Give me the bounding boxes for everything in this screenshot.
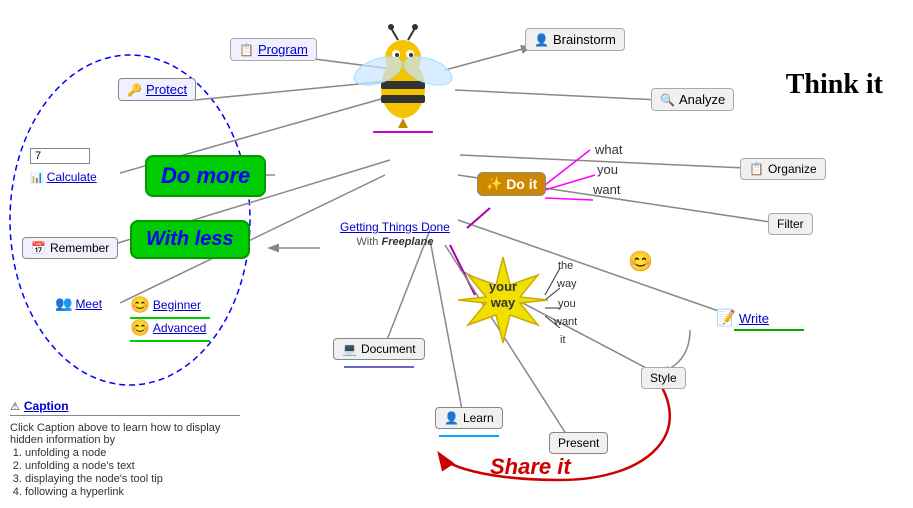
word-the: the: [558, 260, 573, 272]
beginner-icon: 😊: [130, 295, 150, 315]
calculate-input[interactable]: [30, 148, 90, 164]
document-node[interactable]: 💻 Document: [333, 338, 425, 368]
word-it: it: [560, 334, 566, 346]
analyze-icon: 🔍: [660, 93, 675, 107]
present-node[interactable]: Present: [549, 432, 608, 454]
caption-description: Click Caption above to learn how to disp…: [10, 422, 240, 446]
word-want: want: [593, 182, 620, 197]
caption-warning-icon: ⚠: [10, 400, 20, 413]
do-more-node: Do more: [145, 155, 266, 197]
advanced-icon: 😊: [130, 318, 150, 338]
analyze-node[interactable]: 🔍 Analyze: [651, 88, 734, 111]
caption-area: ⚠ Caption Click Caption above to learn h…: [10, 399, 240, 498]
caption-item-3: displaying the node's tool tip: [25, 473, 240, 485]
protect-node[interactable]: 🔑 Protect: [118, 78, 196, 101]
share-it-label: Share it: [490, 454, 571, 480]
brainstorm-label: Brainstorm: [553, 32, 616, 47]
analyze-label: Analyze: [679, 92, 725, 107]
meet-label: Meet: [75, 297, 102, 311]
bee-image: [330, 5, 475, 140]
getting-things-label: Getting Things Done: [340, 220, 450, 234]
word-want2: want: [554, 316, 577, 328]
program-node[interactable]: 📋 Program: [230, 38, 317, 61]
program-icon: 📋: [239, 43, 254, 57]
with-less-label: With less: [130, 220, 250, 259]
word-way: way: [557, 278, 577, 290]
style-node[interactable]: Style: [641, 367, 686, 389]
mind-map-container: Think it 📋 Program 🔑 Protect 📊 Calculate…: [0, 0, 913, 508]
your-way-node[interactable]: your way: [458, 255, 548, 350]
filter-node[interactable]: Filter: [768, 213, 813, 235]
caption-item-4: following a hyperlink: [25, 486, 240, 498]
calculate-label: Calculate: [47, 170, 97, 184]
brainstorm-node[interactable]: 👤 Brainstorm: [525, 28, 625, 51]
organize-label: Organize: [768, 162, 817, 176]
remember-label: Remember: [50, 241, 109, 255]
learn-label: Learn: [463, 411, 494, 425]
write-icon: 📝: [716, 308, 736, 328]
style-label: Style: [650, 371, 677, 385]
svg-text:way: way: [490, 295, 516, 310]
freeplane-label: Freeplane: [381, 236, 433, 248]
remember-node[interactable]: 📅 Remember: [22, 237, 118, 259]
caption-item-1: unfolding a node: [25, 447, 240, 459]
learn-icon: 👤: [444, 411, 459, 425]
advanced-label: Advanced: [153, 321, 206, 335]
do-it-node[interactable]: ✨ Do it: [477, 172, 546, 196]
meet-node[interactable]: 👥 Meet: [55, 295, 102, 312]
getting-things-subtitle: With: [356, 236, 381, 248]
with-less-node: With less: [130, 220, 250, 259]
protect-label: Protect: [146, 82, 187, 97]
protect-icon: 🔑: [127, 83, 142, 97]
calculate-icon: 📊: [30, 171, 44, 184]
document-icon: 💻: [342, 342, 357, 356]
do-it-label: Do it: [506, 176, 537, 192]
write-label: Write: [739, 311, 769, 326]
caption-list: unfolding a node unfolding a node's text…: [25, 447, 240, 498]
calculate-node[interactable]: 📊 Calculate: [30, 148, 97, 184]
learn-node[interactable]: 👤 Learn: [435, 407, 503, 437]
beginner-label: Beginner: [153, 298, 201, 312]
caption-item-2: unfolding a node's text: [25, 460, 240, 472]
organize-node[interactable]: 📋 Organize: [740, 158, 826, 180]
brainstorm-icon: 👤: [534, 33, 549, 47]
organize-icon: 📋: [749, 162, 764, 176]
meet-icon: 👥: [55, 295, 72, 312]
filter-label: Filter: [777, 217, 804, 231]
caption-title[interactable]: Caption: [24, 399, 69, 413]
beginner-node[interactable]: 😊 Beginner: [130, 295, 210, 319]
remember-icon: 📅: [31, 241, 46, 255]
think-it-label: Think it: [786, 68, 883, 101]
present-label: Present: [558, 436, 599, 450]
smiley-icon: 😊: [628, 249, 653, 274]
document-label: Document: [361, 342, 416, 356]
svg-text:your: your: [489, 279, 517, 294]
word-what: what: [595, 142, 622, 157]
getting-things-done-node[interactable]: Getting Things Done With Freeplane: [340, 220, 450, 248]
program-label: Program: [258, 42, 308, 57]
do-it-icon: ✨: [486, 176, 502, 192]
advanced-node[interactable]: 😊 Advanced: [130, 318, 210, 342]
do-more-label: Do more: [145, 155, 266, 197]
word-you2: you: [558, 298, 576, 310]
write-node[interactable]: 📝 Write: [716, 308, 804, 331]
word-you: you: [597, 162, 618, 177]
